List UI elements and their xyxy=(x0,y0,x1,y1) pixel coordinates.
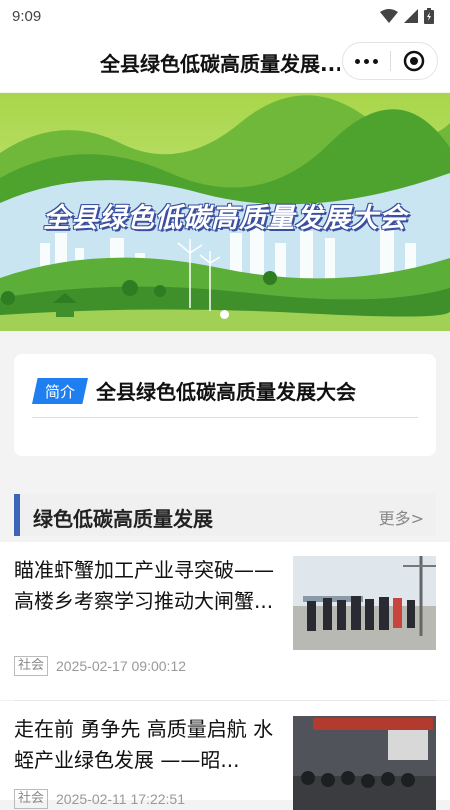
carousel-indicator[interactable] xyxy=(220,310,229,319)
news-date: 2025-02-17 09:00:12 xyxy=(56,658,187,674)
news-title[interactable]: 瞄准虾蟹加工产业寻突破——高楼乡考察学习推动大闸蟹... xyxy=(14,555,282,617)
intro-card[interactable]: 简介 全县绿色低碳高质量发展大会 xyxy=(14,354,436,456)
news-date: 2025-02-11 17:22:51 xyxy=(56,791,185,807)
more-dot-icon xyxy=(355,58,360,64)
news-meta: 社会 2025-02-17 09:00:12 xyxy=(14,656,186,676)
intro-tag: 简介 xyxy=(32,378,88,404)
banner-title: 全县绿色低碳高质量发展大会 xyxy=(43,203,407,234)
more-dot-icon xyxy=(373,58,378,64)
wifi-icon xyxy=(380,9,398,23)
section-title: 绿色低碳高质量发展 xyxy=(33,507,213,531)
section-accent-bar xyxy=(14,494,20,536)
status-icons xyxy=(380,8,434,24)
more-link[interactable]: 更多> xyxy=(379,505,424,529)
intro-title: 全县绿色低碳高质量发展大会 xyxy=(96,380,356,404)
news-meta: 社会 2025-02-11 17:22:51 xyxy=(14,789,185,809)
signal-icon xyxy=(404,9,418,23)
status-bar: 9:09 xyxy=(0,0,450,32)
close-target-icon xyxy=(403,50,425,72)
section-header: 绿色低碳高质量发展 更多> xyxy=(14,494,436,536)
close-button[interactable] xyxy=(391,43,437,79)
news-photo-image xyxy=(293,716,436,810)
title-bar: 全县绿色低碳高质量发展... xyxy=(0,32,450,92)
news-title[interactable]: 走在前 勇争先 高质量启航 水蛭产业绿色发展 ——昭... xyxy=(14,714,282,776)
news-category-badge: 社会 xyxy=(14,789,49,809)
news-photo-image xyxy=(293,556,436,650)
news-item[interactable]: 瞄准虾蟹加工产业寻突破——高楼乡考察学习推动大闸蟹... 社会 2025-02-… xyxy=(0,542,450,700)
news-thumbnail[interactable] xyxy=(293,716,436,810)
more-options-button[interactable] xyxy=(343,43,390,79)
battery-icon xyxy=(424,8,434,24)
intro-divider xyxy=(32,417,418,418)
page-title: 全县绿色低碳高质量发展... xyxy=(100,52,340,76)
news-item[interactable]: 走在前 勇争先 高质量启航 水蛭产业绿色发展 ——昭... 社会 2025-02… xyxy=(0,701,450,810)
status-time: 9:09 xyxy=(12,7,42,25)
news-thumbnail[interactable] xyxy=(293,556,436,650)
miniprogram-capsule xyxy=(342,42,438,80)
news-category-badge: 社会 xyxy=(14,656,49,676)
more-dot-icon xyxy=(364,58,369,64)
